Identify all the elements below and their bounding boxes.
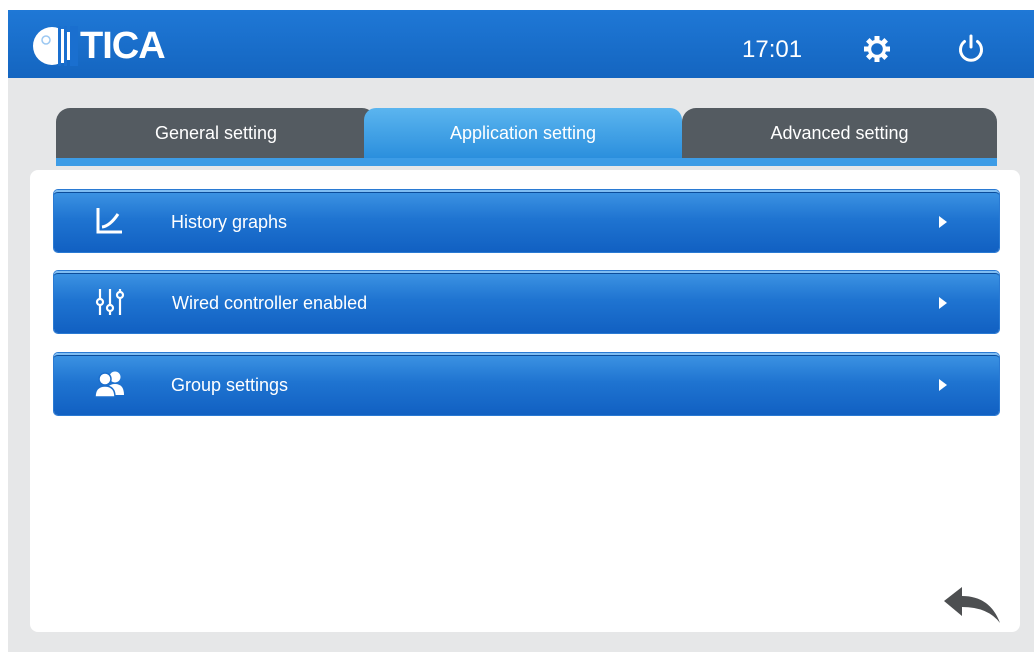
back-arrow-icon	[944, 587, 1000, 623]
chevron-right-icon	[939, 216, 947, 228]
power-icon	[959, 34, 983, 62]
chevron-right-icon	[939, 379, 947, 391]
logo-mark-icon	[33, 26, 78, 66]
brand-logo: TICA	[32, 25, 166, 67]
brand-name: TICA	[80, 25, 166, 67]
chart-icon	[96, 208, 122, 234]
menu-item-label: History graphs	[171, 212, 288, 232]
clock-time: 17:01	[742, 36, 803, 63]
tab-underline	[56, 158, 997, 166]
menu-item-history-graphs[interactable]: History graphs	[54, 190, 999, 252]
tab-application-setting[interactable]: Application setting	[364, 108, 682, 158]
tab-advanced-setting[interactable]: Advanced setting	[682, 108, 997, 158]
chevron-right-icon	[939, 297, 947, 309]
top-bar: TICA 17:01	[8, 10, 1034, 78]
tab-general-setting[interactable]: General setting	[56, 108, 376, 158]
tab-label: Advanced setting	[770, 122, 909, 143]
menu-item-group-settings[interactable]: Group settings	[54, 353, 999, 415]
tab-label: Application setting	[449, 122, 597, 143]
menu-item-wired-controller[interactable]: Wired controller enabled	[54, 271, 999, 333]
tab-label: General setting	[154, 122, 278, 143]
menu-item-label: Group settings	[171, 375, 289, 395]
back-button[interactable]	[942, 585, 1002, 625]
users-icon	[94, 371, 124, 398]
sliders-icon	[95, 289, 125, 315]
menu-item-label: Wired controller enabled	[172, 293, 368, 313]
gear-icon	[864, 36, 890, 62]
power-button[interactable]	[954, 32, 988, 66]
settings-button[interactable]	[860, 32, 894, 66]
